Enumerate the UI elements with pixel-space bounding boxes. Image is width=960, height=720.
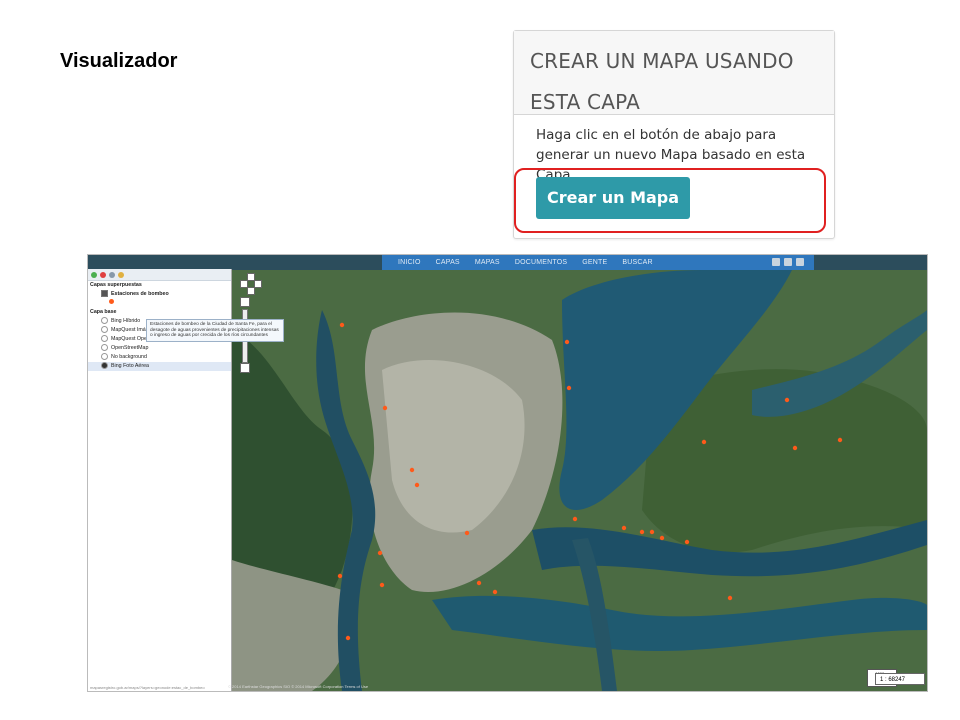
top-navigation-bar: INICIO CAPAS MAPAS DOCUMENTOS GENTE BUSC… <box>382 255 814 270</box>
layer-label: Estaciones de bombeo <box>111 291 169 297</box>
legend-swatch <box>88 299 231 308</box>
layer-toolbar <box>88 269 231 281</box>
radio-icon[interactable] <box>101 326 108 334</box>
facebook-icon[interactable] <box>772 258 780 266</box>
nav-item-inicio[interactable]: INICIO <box>398 259 421 266</box>
layer-tree-sidebar: Capas superpuestas Estaciones de bombeo … <box>88 269 284 691</box>
pan-down-icon[interactable] <box>247 287 255 295</box>
properties-icon[interactable] <box>109 271 115 278</box>
remove-layer-icon[interactable] <box>100 271 106 278</box>
radio-icon[interactable] <box>101 317 108 325</box>
radio-icon[interactable] <box>101 335 108 343</box>
social-icons <box>772 258 804 266</box>
overlay-section-header[interactable]: Capas superpuestas <box>88 281 231 290</box>
button-highlight-frame: Crear un Mapa <box>514 168 826 233</box>
base-layer-label: No background <box>111 354 147 360</box>
add-layer-icon[interactable] <box>91 271 97 278</box>
create-map-button[interactable]: Crear un Mapa <box>536 177 690 219</box>
nav-item-buscar[interactable]: BUSCAR <box>622 259 652 266</box>
nav-item-capas[interactable]: CAPAS <box>436 259 460 266</box>
base-layer-label: Bing Foto Aérea <box>111 363 149 369</box>
pan-control <box>240 273 262 295</box>
style-icon[interactable] <box>118 271 124 278</box>
checked-checkbox-icon[interactable] <box>101 290 108 298</box>
create-map-panel: CREAR UN MAPA USANDO ESTA CAPA Haga clic… <box>513 30 835 239</box>
base-layer-item-selected[interactable]: Bing Foto Aérea <box>88 362 231 371</box>
map-viewer-screenshot: INICIO CAPAS MAPAS DOCUMENTOS GENTE BUSC… <box>87 254 928 692</box>
layer-item-estaciones[interactable]: Estaciones de bombeo <box>88 290 231 299</box>
zoom-out-icon[interactable] <box>240 363 250 373</box>
panel-header: CREAR UN MAPA USANDO ESTA CAPA <box>514 31 834 115</box>
base-layer-item[interactable]: No background <box>88 353 231 362</box>
nav-item-documentos[interactable]: DOCUMENTOS <box>515 259 567 266</box>
status-url: mapasregistro.gob.ar/maps/?layers=geonod… <box>90 685 205 690</box>
scale-selector[interactable]: 1 : 68247 <box>875 673 925 685</box>
radio-icon[interactable] <box>101 353 108 361</box>
zoom-in-icon[interactable] <box>240 297 250 307</box>
base-section-header[interactable]: Capa base <box>88 308 231 317</box>
twitter-icon[interactable] <box>784 258 792 266</box>
map-attribution: © 2014 Earthstar Geographics SIO © 2014 … <box>228 684 369 689</box>
base-layer-label: OpenStreetMap <box>111 345 149 351</box>
google-plus-icon[interactable] <box>796 258 804 266</box>
base-layer-item[interactable]: OpenStreetMap <box>88 344 231 353</box>
radio-icon[interactable] <box>101 344 108 352</box>
nav-item-mapas[interactable]: MAPAS <box>475 259 500 266</box>
radio-selected-icon[interactable] <box>101 362 108 370</box>
satellite-map[interactable] <box>232 270 927 691</box>
panel-title: CREAR UN MAPA USANDO ESTA CAPA <box>530 49 794 114</box>
nav-item-gente[interactable]: GENTE <box>582 259 607 266</box>
base-layer-label: Bing Híbrido <box>111 318 141 324</box>
layer-tooltip: Estaciones de bombeo de la Ciudad de San… <box>146 319 284 342</box>
pan-right-icon[interactable] <box>254 280 262 288</box>
page-title: Visualizador <box>60 50 178 72</box>
